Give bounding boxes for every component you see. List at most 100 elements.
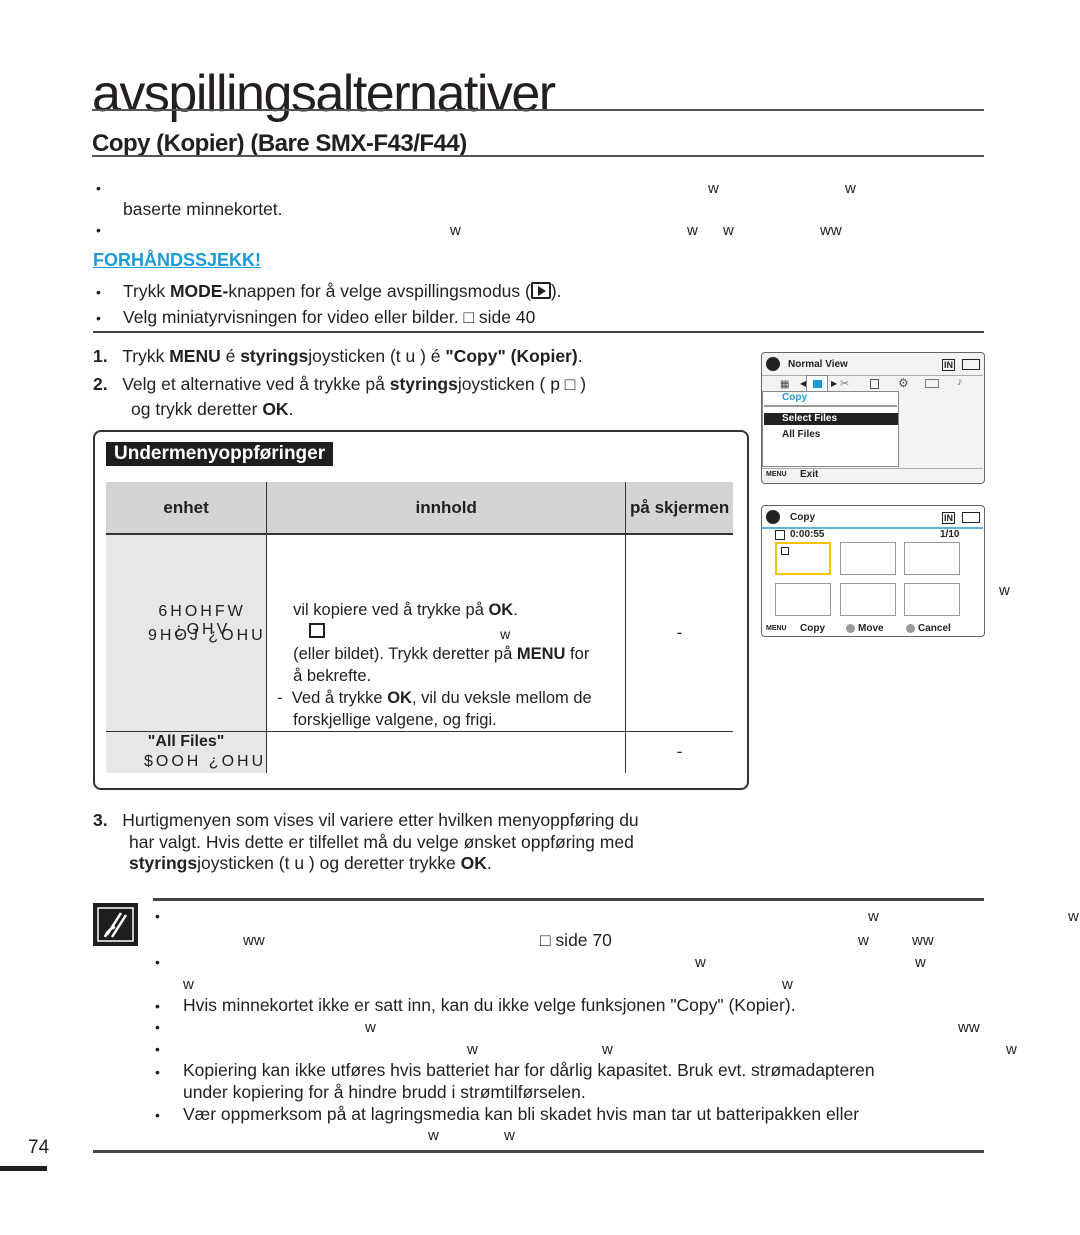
garbled-char: w (1068, 908, 1079, 925)
bullet: • (96, 180, 101, 196)
playback-mode-icon (766, 357, 780, 371)
storage-icon: IN (942, 359, 955, 371)
table-row: "All Files" $OOH ¿OHU - (106, 731, 733, 773)
playback-mode-icon (766, 510, 780, 524)
note-rule (153, 898, 984, 901)
page-marker (0, 1166, 47, 1171)
item-garbled: $OOH ¿OHU (144, 752, 267, 770)
menu-option-all-files[interactable]: All Files (782, 429, 820, 440)
submenu-table: enhet innhold på skjermen 6HOHFW ¿OHV 9H… (106, 482, 733, 773)
thumbnail[interactable] (904, 583, 960, 616)
garbled-char: w (183, 976, 194, 993)
menu-key: MENU (766, 471, 787, 478)
bullet: • (155, 1041, 160, 1057)
table-row: 6HOHFW ¿OHV 9HOJ ¿OHU vil kopiere ved å … (106, 534, 733, 731)
timecode: 0:00:55 (790, 529, 825, 540)
thumbnail[interactable] (775, 583, 831, 616)
bullet: • (96, 284, 101, 300)
garbled-char: w (915, 954, 926, 971)
file-counter: 1/10 (940, 529, 960, 540)
step-2-line2: og trykk deretter OK. (131, 399, 294, 419)
footer-rule (93, 1150, 984, 1153)
row1-item: 6HOHFW ¿OHV 9HOJ ¿OHU (106, 534, 268, 731)
menu-key: MENU (766, 625, 787, 632)
table-header-row: enhet innhold på skjermen (106, 482, 733, 535)
bullet: • (155, 1107, 160, 1123)
screen-title: Normal View (788, 359, 848, 370)
garbled-char: ww (820, 222, 842, 239)
row2-content (266, 731, 627, 773)
garbled-char: w (845, 180, 856, 197)
garbled-char: w (504, 1127, 515, 1144)
thumbnail[interactable] (840, 542, 896, 575)
garbled-char: w (782, 976, 793, 993)
cancel-button[interactable]: Cancel (918, 623, 951, 634)
garbled-char: w (365, 1019, 376, 1036)
note-text: Kopiering kan ikke utføres hvis batterie… (183, 1060, 875, 1080)
step-3-line3: styringsjoysticken (t u ) og deretter tr… (129, 853, 492, 873)
row1-display: - (676, 623, 683, 642)
content-line: (eller bildet). Trykk deretter på MENU f… (293, 645, 590, 663)
garbled-char: w (450, 222, 461, 239)
thumbnail[interactable] (840, 583, 896, 616)
menu-option-select-files[interactable]: Select Files (764, 413, 898, 425)
grid-icon: ▦ (780, 379, 790, 390)
content-line: å bekrefte. (293, 667, 372, 685)
row2-item: "All Files" $OOH ¿OHU (106, 731, 268, 773)
section-title: Copy (Kopier) (Bare SMX-F43/F44) (92, 130, 467, 157)
step-3: 3. Hurtigmenyen som vises vil variere et… (93, 810, 639, 830)
camera-screen-copy: Copy IN 0:00:55 1/10 MENU Copy Move Canc… (761, 505, 985, 637)
garbled-char: ww (912, 932, 934, 949)
ok-icon (906, 624, 915, 633)
slideshow-icon (925, 379, 939, 388)
precheck-text: Trykk MODE-knappen for å velge avspillin… (123, 281, 562, 301)
header-innhold: innhold (266, 482, 627, 535)
garbled-char: w (708, 180, 719, 197)
precheck-text: Velg miniatyrvisningen for video eller b… (123, 307, 536, 327)
joystick-icon (846, 624, 855, 633)
bullet: • (96, 222, 101, 238)
garbled-char: w (858, 932, 869, 949)
garbled-char: w (1006, 1041, 1017, 1058)
menu-header: Copy (782, 392, 807, 403)
move-button[interactable]: Move (858, 623, 884, 634)
content-line: vil kopiere ved å trykke på OK. (293, 601, 518, 619)
thumbnail-selected[interactable] (775, 542, 831, 575)
copy-button[interactable]: Copy (800, 623, 825, 634)
playback-icon (530, 282, 551, 299)
header-enhet: enhet (106, 482, 268, 535)
camera-screen-menu: Normal View IN ▦ ◀ ▶ ✂ ⚙ ♪ Copy Select F… (761, 352, 985, 484)
garbled-char: w (999, 582, 1010, 599)
garbled-char: w (723, 222, 734, 239)
scroll-down-icon (817, 458, 825, 462)
garbled-char: w (428, 1127, 439, 1144)
item-label: "All Files" (147, 732, 225, 750)
content-line: forskjellige valgene, og frigi. (293, 711, 497, 729)
copy-mark-icon (781, 547, 789, 555)
step-1: 1. Trykk MENU é styringsjoysticken (t u … (93, 346, 583, 366)
thumbnail[interactable] (904, 542, 960, 575)
garbled-char: w (602, 1041, 613, 1058)
screen-title: Copy (790, 512, 815, 523)
music-icon: ♪ (957, 376, 963, 388)
note-text: Hvis minnekortet ikke er satt inn, kan d… (183, 995, 796, 1015)
battery-icon (962, 359, 980, 370)
intro-text: baserte minnekortet. (123, 199, 283, 219)
item-garbled: 9HOJ ¿OHU (148, 627, 266, 644)
storage-icon: IN (942, 512, 955, 524)
section-rule (92, 155, 984, 157)
content-line: - Ved å trykke OK, vil du veksle mellom … (277, 689, 592, 707)
row1-content: vil kopiere ved å trykke på OK. w (eller… (266, 534, 627, 731)
bullet: • (155, 1064, 160, 1080)
note-text: under kopiering for å hindre brudd i str… (183, 1082, 586, 1102)
garbled-char: w (687, 222, 698, 239)
note-pencil-icon (93, 903, 138, 946)
precheck-heading: FORHÅNDSSJEKK! (93, 250, 262, 270)
step-2: 2. Velg et alternative ved å trykke på s… (93, 374, 587, 394)
page-number: 74 (28, 1137, 50, 1158)
bullet: • (155, 1019, 160, 1035)
exit-button[interactable]: Exit (800, 469, 818, 480)
submenu-title: Undermenyoppføringer (106, 442, 334, 466)
garbled-char: ww (243, 932, 265, 949)
card-icon (870, 379, 879, 389)
